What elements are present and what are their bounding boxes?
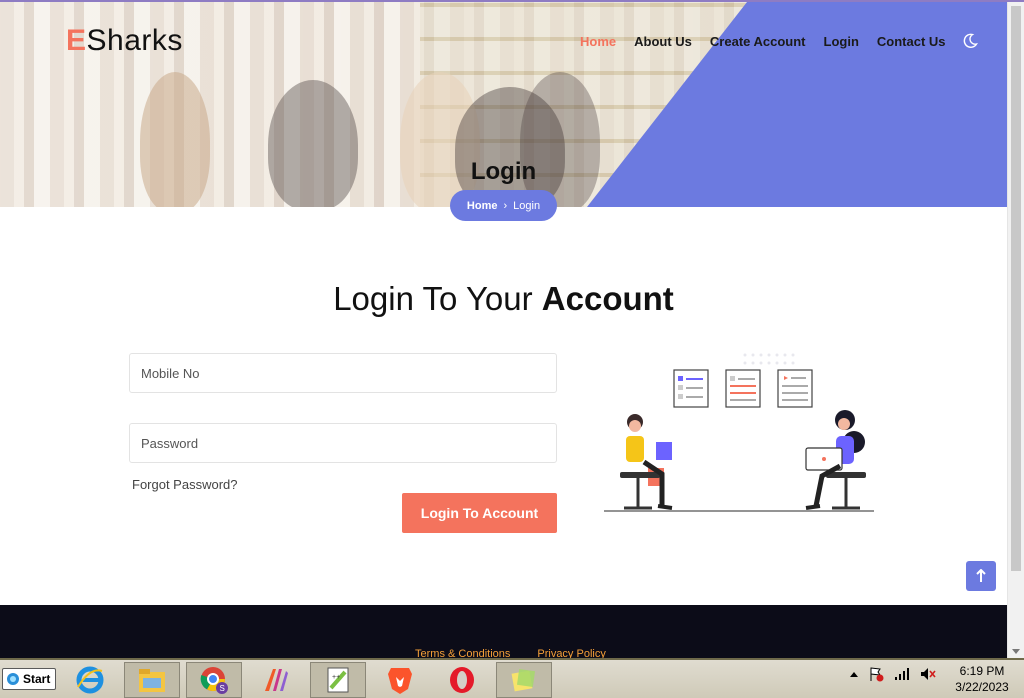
hero-banner: ESharks Home About Us Create Account Log…	[0, 2, 1007, 207]
hero-person	[520, 72, 600, 207]
login-heading-light: Login To Your	[333, 280, 542, 317]
opera-icon[interactable]	[434, 662, 490, 698]
logo-letter: E	[66, 24, 87, 57]
breadcrumb-current: Login	[513, 199, 541, 212]
system-tray	[850, 666, 936, 682]
scroll-down-arrow-icon[interactable]	[1012, 649, 1020, 654]
svg-text:++: ++	[332, 674, 340, 681]
taskbar-clock[interactable]: 6:19 PM 3/22/2023	[950, 663, 1014, 695]
tray-expand-icon[interactable]	[850, 671, 858, 677]
breadcrumb-home[interactable]: Home	[467, 200, 498, 212]
action-center-flag-icon[interactable]	[868, 666, 884, 682]
password-field[interactable]	[129, 423, 557, 463]
breadcrumb: Home › Login	[450, 190, 557, 221]
mobile-number-field[interactable]	[129, 353, 557, 393]
clock-time: 6:19 PM	[959, 664, 1005, 678]
file-explorer-icon[interactable]	[124, 662, 180, 698]
volume-muted-icon[interactable]	[920, 667, 936, 681]
login-heading: Login To Your Account	[0, 280, 1007, 318]
login-heading-bold: Account	[541, 280, 674, 317]
nav-link-home[interactable]: Home	[580, 34, 616, 49]
page: ESharks Home About Us Create Account Log…	[0, 0, 1024, 698]
nav-link-contact-us[interactable]: Contact Us	[877, 34, 946, 49]
sticky-notes-icon[interactable]	[496, 662, 552, 698]
moon-icon[interactable]	[962, 33, 978, 49]
start-orb-icon	[7, 673, 19, 685]
logo-text: Sharks	[86, 24, 183, 57]
network-signal-icon[interactable]	[894, 667, 910, 681]
nav-link-login[interactable]: Login	[824, 34, 859, 49]
hero-person	[140, 72, 210, 207]
site-footer: Terms & Conditions Privacy Policy	[0, 605, 1007, 660]
windows-taskbar: Start S ++ 6:19 PM 3/22/2023	[0, 658, 1024, 698]
illustration-dots	[743, 353, 795, 365]
clock-date: 3/22/2023	[955, 680, 1009, 694]
chrome-icon[interactable]: S	[186, 662, 242, 698]
hero-title: Login	[470, 158, 537, 185]
nav-link-about-us[interactable]: About Us	[634, 34, 692, 49]
scroll-to-top-button[interactable]	[966, 561, 996, 591]
hero-person	[268, 80, 358, 207]
breadcrumb-separator: ›	[503, 199, 508, 212]
start-button[interactable]: Start	[2, 668, 56, 690]
brave-icon[interactable]	[372, 662, 428, 698]
illustration-person-left	[620, 414, 673, 510]
forgot-password-link[interactable]: Forgot Password?	[132, 477, 238, 492]
internet-explorer-icon[interactable]	[62, 662, 118, 698]
site-logo[interactable]: ESharks	[66, 24, 183, 58]
arrow-up-icon	[976, 569, 986, 582]
scrollbar-thumb[interactable]	[1011, 6, 1021, 571]
illustration-card	[725, 369, 761, 408]
login-button[interactable]: Login To Account	[402, 493, 557, 533]
illustration-card	[777, 369, 813, 408]
svg-text:S: S	[220, 684, 225, 693]
nav-link-create-account[interactable]: Create Account	[710, 34, 806, 49]
main-nav: Home About Us Create Account Login Conta…	[580, 33, 978, 49]
illustration-card	[673, 369, 709, 408]
illustration-person-right	[805, 410, 866, 510]
pycharm-icon[interactable]	[248, 662, 304, 698]
page-scrollbar[interactable]	[1007, 2, 1024, 658]
notepad-plus-plus-icon[interactable]: ++	[310, 662, 366, 698]
start-label: Start	[23, 672, 51, 686]
login-illustration	[604, 353, 874, 512]
